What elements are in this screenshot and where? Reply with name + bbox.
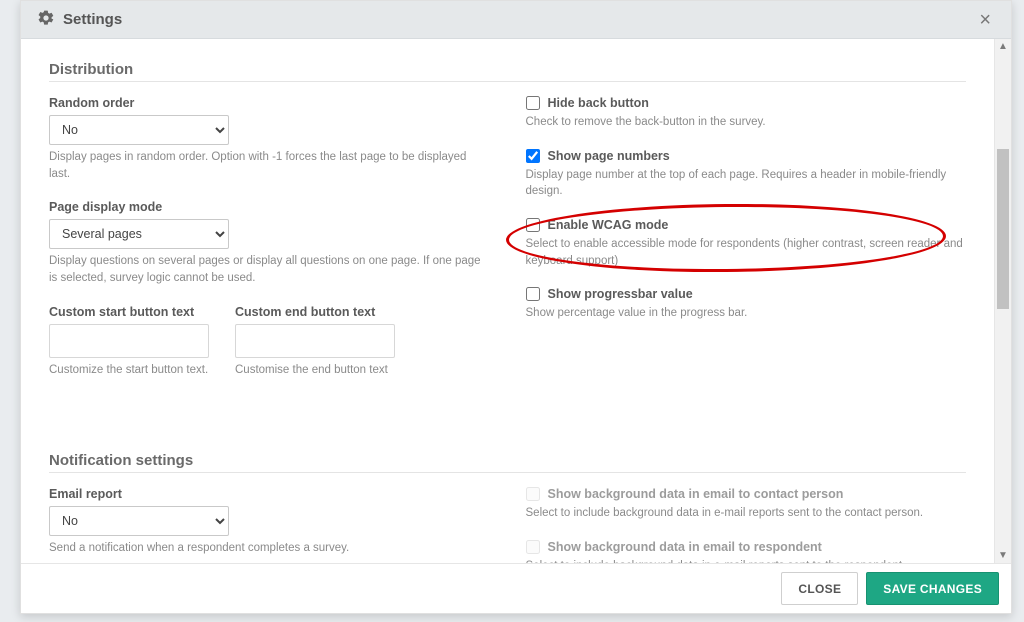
notification-right-col: Show background data in email to contact… — [526, 487, 967, 563]
field-bg-respondent: Show background data in email to respond… — [526, 540, 967, 563]
random-order-select[interactable]: No — [49, 115, 229, 145]
random-order-help: Display pages in random order. Option wi… — [49, 149, 490, 182]
custom-start-help: Customize the start button text. — [49, 362, 209, 379]
close-button[interactable]: CLOSE — [781, 572, 858, 605]
show-progressbar-help: Show percentage value in the progress ba… — [526, 305, 967, 322]
gears-icon — [37, 9, 55, 30]
distribution-right-col: Hide back button Check to remove the bac… — [526, 96, 967, 396]
modal-body-wrapper: Distribution Random order No Display pag… — [21, 39, 1011, 563]
modal-header: Settings × — [21, 1, 1011, 39]
email-report-label: Email report — [49, 487, 490, 501]
scroll-down-icon[interactable]: ▼ — [998, 548, 1008, 563]
field-random-order: Random order No Display pages in random … — [49, 96, 490, 182]
show-page-numbers-label: Show page numbers — [548, 149, 670, 163]
scroll-track[interactable] — [995, 54, 1011, 548]
show-progressbar-label: Show progressbar value — [548, 287, 693, 301]
distribution-left-col: Random order No Display pages in random … — [49, 96, 490, 396]
bg-contact-help: Select to include background data in e-m… — [526, 505, 967, 522]
hide-back-label: Hide back button — [548, 96, 649, 110]
bg-contact-checkbox[interactable] — [526, 487, 540, 501]
modal-body: Distribution Random order No Display pag… — [21, 39, 994, 563]
modal-title: Settings — [63, 11, 122, 28]
page-display-mode-select[interactable]: Several pages — [49, 219, 229, 249]
field-email-report: Email report No Send a notification when… — [49, 487, 490, 557]
hide-back-help: Check to remove the back-button in the s… — [526, 114, 967, 131]
modal-footer: CLOSE SAVE CHANGES — [21, 563, 1011, 613]
bg-respondent-label: Show background data in email to respond… — [548, 540, 822, 554]
show-page-numbers-checkbox[interactable] — [526, 149, 540, 163]
custom-start-input[interactable] — [49, 324, 209, 358]
field-show-progressbar-value: Show progressbar value Show percentage v… — [526, 287, 967, 322]
field-page-display-mode: Page display mode Several pages Display … — [49, 200, 490, 286]
enable-wcag-label: Enable WCAG mode — [548, 218, 669, 232]
close-icon[interactable]: × — [975, 10, 995, 30]
enable-wcag-checkbox[interactable] — [526, 218, 540, 232]
field-hide-back-button: Hide back button Check to remove the bac… — [526, 96, 967, 131]
custom-end-input[interactable] — [235, 324, 395, 358]
random-order-label: Random order — [49, 96, 490, 110]
field-show-page-numbers: Show page numbers Display page number at… — [526, 149, 967, 200]
custom-end-help: Customise the end button text — [235, 362, 395, 379]
section-distribution-title: Distribution — [49, 61, 966, 82]
custom-end-label: Custom end button text — [235, 305, 395, 319]
settings-modal: Settings × Distribution Random order No — [20, 0, 1012, 614]
bg-respondent-help: Select to include background data in e-m… — [526, 558, 967, 563]
hide-back-checkbox[interactable] — [526, 96, 540, 110]
scroll-up-icon[interactable]: ▲ — [998, 39, 1008, 54]
custom-start-label: Custom start button text — [49, 305, 209, 319]
save-changes-button[interactable]: SAVE CHANGES — [866, 572, 999, 605]
field-custom-end-button: Custom end button text Customise the end… — [235, 305, 395, 379]
bg-respondent-checkbox[interactable] — [526, 540, 540, 554]
email-report-help: Send a notification when a respondent co… — [49, 540, 490, 557]
bg-contact-label: Show background data in email to contact… — [548, 487, 844, 501]
enable-wcag-help: Select to enable accessible mode for res… — [526, 236, 967, 269]
notification-left-col: Email report No Send a notification when… — [49, 487, 490, 563]
email-report-select[interactable]: No — [49, 506, 229, 536]
scrollbar[interactable]: ▲ ▼ — [994, 39, 1011, 563]
section-notification-title: Notification settings — [49, 452, 966, 473]
page-display-mode-help: Display questions on several pages or di… — [49, 253, 490, 286]
field-bg-contact: Show background data in email to contact… — [526, 487, 967, 522]
scroll-thumb[interactable] — [997, 149, 1009, 309]
page-display-mode-label: Page display mode — [49, 200, 490, 214]
field-custom-start-button: Custom start button text Customize the s… — [49, 305, 209, 379]
field-enable-wcag: Enable WCAG mode Select to enable access… — [526, 218, 967, 269]
show-progressbar-checkbox[interactable] — [526, 287, 540, 301]
show-page-numbers-help: Display page number at the top of each p… — [526, 167, 967, 200]
